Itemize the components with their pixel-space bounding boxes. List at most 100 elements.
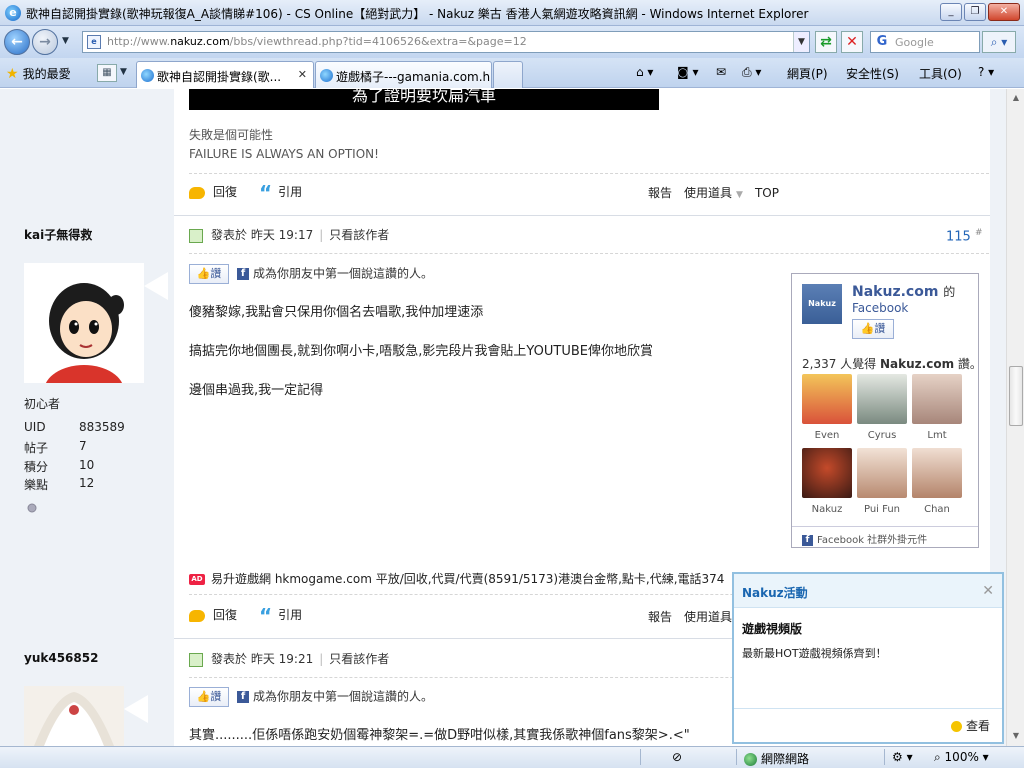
post1-author[interactable]: kai子無得救 <box>24 226 92 243</box>
google-icon: G <box>876 34 888 49</box>
popup-item-name[interactable]: 遊戲視頻版 <box>742 620 802 637</box>
search-input[interactable]: Google <box>895 36 934 49</box>
vertical-scrollbar[interactable]: ▲ ▼ <box>1006 89 1024 746</box>
scroll-up-icon[interactable]: ▲ <box>1009 91 1023 105</box>
close-window-button[interactable]: ✕ <box>988 3 1020 21</box>
signature-banner: 為了證明要坎扁汽車 <box>189 89 659 110</box>
stat-uid-label: UID <box>24 420 46 434</box>
internet-zone[interactable]: 網際網路 <box>744 750 809 767</box>
reply-button[interactable]: 回復 <box>213 185 237 199</box>
safety-menu[interactable]: 安全性(S) <box>846 65 899 82</box>
page-icon: e <box>87 35 101 49</box>
tab-gamania[interactable]: 遊戲橘子---gamania.com.hk <box>315 61 492 88</box>
quote-button[interactable]: 引用 <box>278 608 302 622</box>
report-link[interactable]: 報告 <box>648 610 672 624</box>
address-url[interactable]: http://www.nakuz.com/bbs/viewthread.php?… <box>107 35 527 48</box>
fb-like-count: 2,337 人覺得 Nakuz.com 讚。 <box>802 357 982 371</box>
fb-fan[interactable]: Even <box>802 374 852 441</box>
fb-box-like-button[interactable]: 👍讚 <box>852 319 894 339</box>
fb-fan[interactable]: Pui Fun <box>857 448 907 515</box>
close-tab-icon[interactable]: ✕ <box>298 68 307 81</box>
quote-button[interactable]: 引用 <box>278 185 302 199</box>
ad-line[interactable]: AD 易升遊戲網 hkmogame.com 平放/回收,代買/代賣(8591/51… <box>189 570 724 587</box>
only-author-link[interactable]: 只看該作者 <box>329 652 389 666</box>
fb-like-button[interactable]: 👍讚 <box>189 264 229 284</box>
tab-active[interactable]: 歌神自認開掛實錄(歌... ✕ <box>136 61 314 88</box>
tools-link[interactable]: 使用道具 <box>684 610 732 624</box>
window-controls: _ ❐ ✕ <box>940 3 1020 21</box>
fb-page-sub[interactable]: Facebook <box>852 301 908 315</box>
globe-icon <box>744 753 757 766</box>
window-title: 歌神自認開掛實錄(歌神玩報復A_A談情睇#106) - CS Online【絕對… <box>26 7 809 21</box>
post1-floor[interactable]: 115 # <box>946 228 983 244</box>
scroll-down-icon[interactable]: ▼ <box>1009 729 1023 743</box>
restore-button[interactable]: ❐ <box>964 3 986 21</box>
post-status-icon <box>189 228 203 243</box>
fb-fan[interactable]: Nakuz <box>802 448 852 515</box>
blocked-icon[interactable]: ⊘ <box>672 750 682 764</box>
post2-fb-like: 👍讚 f 成為你朋友中第一個說這讚的人。 <box>189 687 433 707</box>
top-link[interactable]: TOP <box>755 186 779 200</box>
post1-fb-like: 👍讚 f 成為你朋友中第一個說這讚的人。 <box>189 264 433 284</box>
popup-view-link[interactable]: 查看 <box>950 717 990 734</box>
facebook-icon: f <box>237 268 249 280</box>
offline-status-icon <box>27 503 37 513</box>
scroll-thumb[interactable] <box>1009 366 1023 426</box>
search-button[interactable]: ⌕ ▾ <box>982 31 1016 53</box>
zoom-level[interactable]: ⌕ 100% ▾ <box>934 750 989 765</box>
fb-page-name[interactable]: Nakuz.com 的 <box>852 283 955 300</box>
page-menu[interactable]: 網頁(P) <box>787 65 828 82</box>
nakuz-logo[interactable]: Nakuz <box>802 284 842 324</box>
fb-fan[interactable]: Cyrus <box>857 374 907 441</box>
reply-bubble-icon <box>189 186 205 199</box>
quick-tabs-icon[interactable]: ▦ <box>97 64 117 82</box>
tools-link[interactable]: 使用道具 <box>684 186 732 200</box>
post1-line-1: 傻豬黎嫁,我點會只保用你個名去唱歌,我仲加埋速添 <box>189 305 484 320</box>
home-icon[interactable]: ⌂ ▾ <box>636 65 653 79</box>
help-icon[interactable]: ? ▾ <box>978 65 994 79</box>
mail-icon[interactable]: ✉ <box>716 65 726 79</box>
protected-mode-icon[interactable]: ⚙ ▾ <box>892 750 913 764</box>
reply-button[interactable]: 回復 <box>213 608 237 622</box>
post1-time: 昨天 19:17 <box>250 228 314 242</box>
navigation-bar: ← → ▼ e http://www.nakuz.com/bbs/viewthr… <box>0 26 1024 58</box>
address-bar[interactable]: e http://www.nakuz.com/bbs/viewthread.ph… <box>82 31 810 53</box>
refresh-button[interactable]: ⇄ <box>815 31 837 53</box>
post2-author[interactable]: yuk456852 <box>24 651 98 665</box>
cartoon-avatar-icon <box>24 263 144 417</box>
fb-fan[interactable]: Lmt <box>912 374 962 441</box>
status-separator <box>640 749 641 765</box>
fb-fan[interactable]: Chan <box>912 448 962 515</box>
signature-line-2: FAILURE IS ALWAYS AN OPTION! <box>189 147 379 161</box>
stat-coins-label: 樂點 <box>24 478 49 492</box>
stat-points-value: 10 <box>79 458 95 472</box>
divider <box>189 253 989 254</box>
fb-like-button[interactable]: 👍讚 <box>189 687 229 707</box>
forward-button[interactable]: → <box>32 29 58 55</box>
nakuz-activity-popup: Nakuz活動 ✕ 遊戲視頻版 最新最HOT遊戲視頻係齊到！ 查看 <box>732 572 1004 744</box>
favorites-button[interactable]: ★ 我的最愛 <box>6 65 71 82</box>
only-author-link[interactable]: 只看該作者 <box>329 228 389 242</box>
fan-photo <box>912 448 962 498</box>
new-tab-button[interactable] <box>493 61 523 88</box>
post1-line-3: 邊個串過我,我一定記得 <box>189 383 324 398</box>
search-box[interactable]: G Google <box>870 31 980 53</box>
tools-menu[interactable]: 工具(O) <box>919 65 962 82</box>
history-dropdown-icon[interactable]: ▼ <box>62 36 69 46</box>
back-button[interactable]: ← <box>4 29 30 55</box>
close-icon[interactable]: ✕ <box>982 583 994 599</box>
stop-button[interactable]: ✕ <box>841 31 863 53</box>
report-link[interactable]: 報告 <box>648 186 672 200</box>
fb-box-footer[interactable]: f Facebook 社群外掛元件 <box>792 526 978 548</box>
popup-title: Nakuz活動 <box>742 586 808 600</box>
post2-line-1: 其實.........佢係唔係跑安奶個霉神黎架=.=做D野咁似樣,其實我係歌神個… <box>189 728 690 743</box>
address-dropdown-icon[interactable]: ▼ <box>793 32 809 52</box>
post2-avatar[interactable] <box>24 686 124 746</box>
print-icon[interactable]: ⎙ ▾ <box>742 65 761 80</box>
minimize-button[interactable]: _ <box>940 3 962 21</box>
star-icon: ★ <box>6 66 19 82</box>
post1-avatar[interactable] <box>24 263 144 417</box>
feeds-icon[interactable]: ◙ ▾ <box>677 65 698 79</box>
tab-list-dropdown-icon[interactable]: ▼ <box>120 67 127 77</box>
fan-photo <box>912 374 962 424</box>
